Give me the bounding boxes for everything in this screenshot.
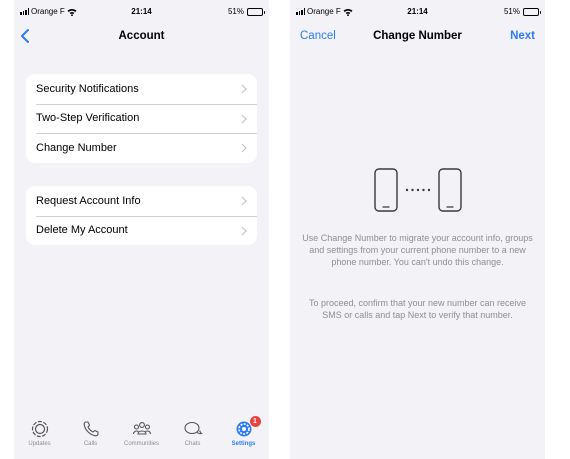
communities-icon bbox=[132, 422, 151, 435]
settings-group: Security Notifications Two-Step Verifica… bbox=[26, 74, 257, 163]
battery-percent: 51% bbox=[503, 7, 520, 16]
status-bar: Orange F 21:14 51% bbox=[14, 0, 269, 22]
phone-icon bbox=[83, 421, 99, 437]
tab-calls[interactable]: Calls bbox=[68, 419, 114, 459]
menu-item-request-account-info[interactable]: Request Account Info bbox=[26, 186, 257, 216]
new-phone-icon bbox=[438, 168, 462, 212]
menu-item-label: Delete My Account bbox=[36, 224, 128, 237]
notification-badge: 1 bbox=[249, 416, 261, 427]
chevron-right-icon bbox=[241, 114, 247, 123]
battery-icon bbox=[523, 7, 541, 16]
menu-item-label: Request Account Info bbox=[36, 194, 141, 207]
tab-communities[interactable]: Communities bbox=[119, 419, 165, 459]
menu-item-label: Change Number bbox=[36, 141, 117, 154]
old-phone-icon bbox=[374, 168, 398, 212]
chats-icon bbox=[183, 421, 203, 435]
info-paragraph: To proceed, confirm that your new number… bbox=[308, 298, 527, 321]
menu-item-delete-my-account[interactable]: Delete My Account bbox=[26, 215, 257, 246]
next-button[interactable]: Next bbox=[510, 30, 535, 42]
menu-item-label: Security Notifications bbox=[36, 82, 139, 95]
menu-item-security-notifications[interactable]: Security Notifications bbox=[26, 74, 257, 104]
tab-label: Chats bbox=[184, 441, 201, 447]
tab-updates[interactable]: Updates bbox=[17, 419, 63, 459]
page-title: Change Number bbox=[373, 30, 462, 42]
battery-group: 51% bbox=[227, 7, 265, 16]
menu-item-two-step-verification[interactable]: Two-Step Verification bbox=[26, 103, 257, 134]
status-bar: Orange F 21:14 51% bbox=[290, 0, 545, 22]
page-title: Account bbox=[118, 30, 165, 42]
transfer-dots-icon bbox=[405, 188, 431, 192]
tab-settings[interactable]: 1 Settings bbox=[221, 416, 267, 459]
battery-icon bbox=[247, 7, 265, 16]
menu-item-label: Two-Step Verification bbox=[36, 112, 140, 125]
tab-chats[interactable]: Chats bbox=[170, 419, 216, 459]
info-paragraph: Use Change Number to migrate your accoun… bbox=[302, 233, 533, 268]
menu-item-change-number[interactable]: Change Number bbox=[26, 133, 257, 163]
chevron-right-icon bbox=[241, 196, 247, 206]
tab-label: Updates bbox=[28, 441, 51, 447]
battery-percent: 51% bbox=[227, 7, 244, 16]
account-screen: Orange F 21:14 51% Account Security Noti… bbox=[14, 0, 269, 459]
chevron-right-icon bbox=[241, 143, 247, 153]
nav-bar: Cancel Change Number Next bbox=[290, 22, 545, 50]
battery-group: 51% bbox=[503, 7, 541, 16]
tab-label: Communities bbox=[123, 441, 159, 447]
updates-icon bbox=[31, 420, 48, 438]
change-number-screen: Orange F 21:14 51% Cancel Change Number … bbox=[290, 0, 545, 459]
tab-label: Calls bbox=[83, 441, 98, 447]
change-number-illustration bbox=[374, 168, 462, 212]
tab-bar: Updates Calls Communities Chats 1 Settin… bbox=[14, 413, 269, 459]
settings-group: Request Account Info Delete My Account bbox=[26, 186, 257, 245]
chevron-right-icon bbox=[241, 226, 247, 235]
tab-label: Settings bbox=[231, 441, 256, 447]
chevron-right-icon bbox=[241, 84, 247, 94]
nav-bar: Account bbox=[14, 22, 269, 50]
